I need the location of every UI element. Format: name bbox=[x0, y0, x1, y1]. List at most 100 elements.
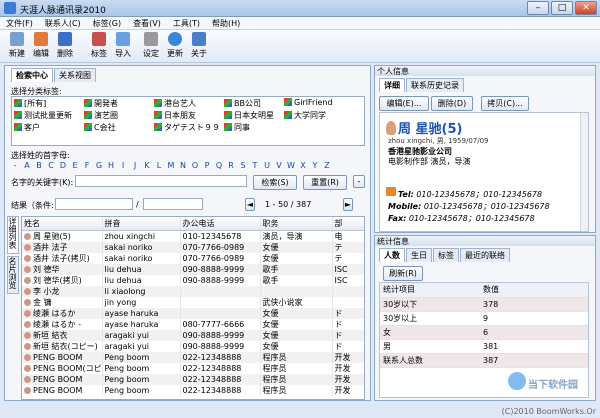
menu-view[interactable]: 查看(V) bbox=[127, 17, 167, 29]
table-row[interactable]: 酒井 法子 sakai noriko 070-7766-0989 女優テ bbox=[22, 241, 364, 253]
table-row[interactable]: 李 小龙 li xiaolong bbox=[22, 285, 364, 297]
tag-button[interactable]: 标签 bbox=[88, 32, 110, 59]
letter-p[interactable]: P bbox=[201, 161, 213, 170]
condition-field-2[interactable] bbox=[143, 198, 203, 210]
letter-x[interactable]: X bbox=[297, 161, 309, 170]
maximize-button[interactable]: □ bbox=[551, 1, 573, 15]
table-row[interactable]: 金 镛 jin yong 武侠小说家 bbox=[22, 296, 364, 308]
copy-contact-button[interactable]: 拷贝(C)... bbox=[481, 96, 529, 111]
letter-c[interactable]: C bbox=[45, 161, 57, 170]
edit-button[interactable]: 编辑 bbox=[30, 32, 52, 59]
table-row[interactable]: 绫瀬 はるか - ayase haruka 080-7777-6666 女優ド bbox=[22, 318, 364, 330]
table-row[interactable]: PENG BOOM Peng boom 022-12348888 程序员 开发 bbox=[22, 351, 364, 363]
letter-o[interactable]: O bbox=[189, 161, 201, 170]
new-button[interactable]: 新建 bbox=[6, 32, 28, 59]
col-name[interactable]: 姓名 bbox=[22, 217, 103, 231]
table-row[interactable]: PENG BOOM(コピー)Peng boom022-12348888程序员开发 bbox=[22, 362, 364, 374]
refresh-button[interactable]: 刷新(R) bbox=[383, 266, 423, 281]
table-row[interactable]: PENG BOOM Peng boom 022-12348888 程序员 开发 bbox=[22, 373, 364, 385]
letter-f[interactable]: F bbox=[81, 161, 93, 170]
category-item[interactable]: 日本女明星 bbox=[224, 110, 274, 121]
menu-tag[interactable]: 标签(G) bbox=[87, 17, 127, 29]
table-row[interactable]: 新垣 結衣 aragaki yui 090-8888-9999 女優ド bbox=[22, 329, 364, 341]
about-button[interactable]: 关于 bbox=[188, 32, 210, 59]
table-row[interactable]: PENG BOOM Peng boom 022-12348888 程序员 开发 bbox=[22, 384, 364, 396]
letter-k[interactable]: K bbox=[141, 161, 153, 170]
table-row[interactable]: 酒井 法子(拷贝) sakai noriko 070-7766-0989 女優テ bbox=[22, 252, 364, 264]
letter-w[interactable]: W bbox=[285, 161, 297, 170]
tab-birthday[interactable]: 生日 bbox=[406, 248, 432, 262]
letter-u[interactable]: U bbox=[261, 161, 273, 170]
keyword-input[interactable] bbox=[75, 175, 247, 187]
delete-button[interactable]: 删除 bbox=[54, 32, 76, 59]
category-item[interactable]: タゲテスト９９ bbox=[154, 122, 220, 133]
menu-contact[interactable]: 联系人(C) bbox=[39, 17, 87, 29]
menu-tools[interactable]: 工具(T) bbox=[167, 17, 206, 29]
close-button[interactable]: ✕ bbox=[575, 1, 597, 15]
letter-n[interactable]: N bbox=[177, 161, 189, 170]
letter-b[interactable]: B bbox=[33, 161, 45, 170]
col-dept[interactable]: 部 bbox=[332, 217, 364, 231]
reset-button[interactable]: 重置(R) bbox=[303, 175, 347, 190]
letter-v[interactable]: V bbox=[273, 161, 285, 170]
category-item[interactable]: 客户 bbox=[14, 122, 40, 133]
table-row[interactable]: 新垣 結衣(コピー) aragaki yui 090-8888-9999 女優ド bbox=[22, 340, 364, 352]
letter-d[interactable]: D bbox=[57, 161, 69, 170]
category-item[interactable]: 日本朋友 bbox=[154, 110, 196, 121]
letter-q[interactable]: Q bbox=[213, 161, 225, 170]
edit-contact-button[interactable]: 编辑(E)... bbox=[379, 96, 429, 111]
letter-dash[interactable]: - bbox=[9, 161, 21, 170]
col-pinyin[interactable]: 拼音 bbox=[102, 217, 181, 231]
col-title[interactable]: 职务 bbox=[260, 217, 333, 231]
tab-card-view[interactable]: 名片浏览 bbox=[7, 256, 19, 294]
delete-contact-button[interactable]: 删除(D) bbox=[431, 96, 473, 111]
letter-y[interactable]: Y bbox=[309, 161, 321, 170]
next-page-button[interactable]: ► bbox=[343, 198, 353, 211]
update-button[interactable]: 更新 bbox=[164, 32, 186, 59]
category-item[interactable]: 测试批量更新 bbox=[14, 110, 72, 121]
prev-page-button[interactable]: ◄ bbox=[245, 198, 255, 211]
category-item[interactable]: [所有] bbox=[14, 98, 46, 109]
collapse-button[interactable]: - bbox=[353, 175, 365, 188]
search-button[interactable]: 检索(S) bbox=[253, 175, 297, 190]
letter-t[interactable]: T bbox=[249, 161, 261, 170]
settings-button[interactable]: 设定 bbox=[140, 32, 162, 59]
tab-contact-history[interactable]: 联系历史记录 bbox=[406, 78, 464, 92]
category-item[interactable]: BB公司 bbox=[224, 98, 261, 109]
letter-r[interactable]: R bbox=[225, 161, 237, 170]
menu-file[interactable]: 文件(F) bbox=[0, 17, 39, 29]
letter-i[interactable]: I bbox=[117, 161, 129, 170]
tab-search-center[interactable]: 检索中心 bbox=[11, 68, 53, 82]
menu-help[interactable]: 帮助(H) bbox=[206, 17, 246, 29]
category-item[interactable]: 開発者 bbox=[84, 98, 118, 109]
tab-recent-contact[interactable]: 最近的联络 bbox=[460, 248, 510, 262]
category-item[interactable]: C会社 bbox=[84, 122, 116, 133]
table-row[interactable]: 绫瀬 はるか ayase haruka 女優ド bbox=[22, 307, 364, 319]
letter-e[interactable]: E bbox=[69, 161, 81, 170]
import-button[interactable]: 导入 bbox=[112, 32, 134, 59]
scrollbar[interactable] bbox=[580, 113, 588, 231]
tab-tags[interactable]: 标签 bbox=[433, 248, 459, 262]
category-item[interactable]: 港台艺人 bbox=[154, 98, 196, 109]
letter-a[interactable]: A bbox=[21, 161, 33, 170]
category-item[interactable]: 演艺圈 bbox=[84, 110, 118, 121]
category-item[interactable]: GirlFriend bbox=[284, 98, 333, 107]
letter-g[interactable]: G bbox=[93, 161, 105, 170]
col-phone[interactable]: 办公电话 bbox=[180, 217, 261, 231]
letter-j[interactable]: J bbox=[129, 161, 141, 170]
letter-s[interactable]: S bbox=[237, 161, 249, 170]
letter-l[interactable]: L bbox=[153, 161, 165, 170]
letter-z[interactable]: Z bbox=[321, 161, 333, 170]
tab-detail-list[interactable]: 详细列表 bbox=[7, 216, 19, 254]
category-item[interactable]: 同事 bbox=[224, 122, 250, 133]
condition-field[interactable] bbox=[55, 198, 133, 210]
letter-m[interactable]: M bbox=[165, 161, 177, 170]
category-item[interactable]: 大学同学 bbox=[284, 110, 326, 121]
tab-relation-view[interactable]: 关系视图 bbox=[54, 68, 96, 82]
tab-people[interactable]: 人数 bbox=[379, 248, 405, 262]
table-row[interactable]: 刘 德华(拷贝) liu dehua 090-8888-9999 歌手 ISC bbox=[22, 274, 364, 286]
minimize-button[interactable]: – bbox=[527, 1, 549, 15]
tab-detail[interactable]: 详细 bbox=[379, 78, 405, 92]
table-row[interactable]: 刘 德华 liu dehua 090-8888-9999 歌手 ISC bbox=[22, 263, 364, 275]
table-row[interactable]: 周 星驰(5) zhou xingchi 010-12345678 演员，导演电 bbox=[22, 230, 364, 242]
